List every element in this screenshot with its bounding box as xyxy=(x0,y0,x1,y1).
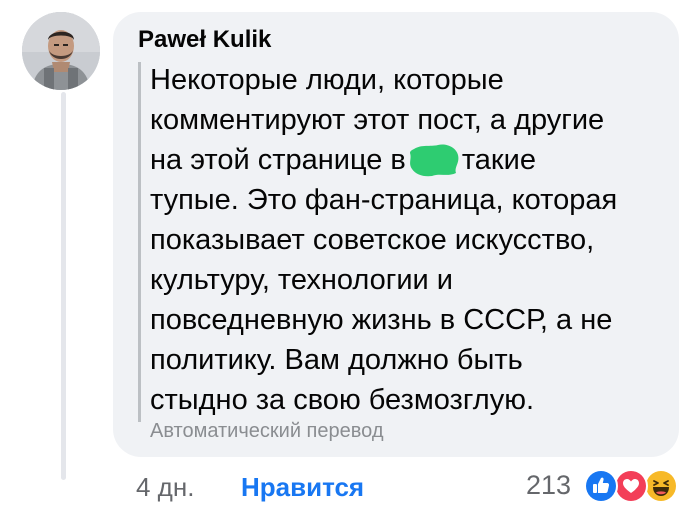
like-button[interactable]: Нравится xyxy=(241,472,364,503)
comment-line: стыдно за свою безмозглую. xyxy=(150,384,535,416)
haha-icon xyxy=(644,469,678,503)
comment-line-part: такие xyxy=(461,144,536,176)
comment-line: повседневную жизнь в СССР, а не xyxy=(150,304,613,336)
comment-line: культуру, технологии и xyxy=(150,264,453,296)
avatar-photo xyxy=(22,12,100,90)
comment-line-part: на этой странице в xyxy=(150,144,406,176)
comment-line: комментируют этот пост, а другие xyxy=(150,104,605,136)
redaction-blot-icon xyxy=(409,144,459,177)
like-icon xyxy=(584,469,618,503)
love-icon xyxy=(614,469,648,503)
translation-quote-bar xyxy=(138,62,141,422)
auto-translation-label[interactable]: Автоматический перевод xyxy=(150,420,384,443)
comment-line: Некоторые люди, которые xyxy=(150,64,504,96)
comment-author[interactable]: Paweł Kulik xyxy=(138,26,271,54)
comment-line: тупые. Это фан-страница, которая xyxy=(150,184,618,216)
reaction-summary[interactable]: 213 xyxy=(526,466,696,506)
avatar[interactable] xyxy=(22,12,100,90)
reaction-count: 213 xyxy=(526,470,572,500)
comment-text: Некоторые люди, которые комментируют это… xyxy=(150,60,660,420)
comment-bubble: Paweł Kulik Некоторые люди, которые комм… xyxy=(113,12,679,457)
comment-line-redacted: на этой странице в такие xyxy=(150,140,660,180)
comment-timestamp[interactable]: 4 дн. xyxy=(136,472,194,503)
comment-line: политику. Вам должно быть xyxy=(150,344,523,376)
thread-line xyxy=(61,92,66,480)
comment-line: показывает советское искусство, xyxy=(150,224,595,256)
